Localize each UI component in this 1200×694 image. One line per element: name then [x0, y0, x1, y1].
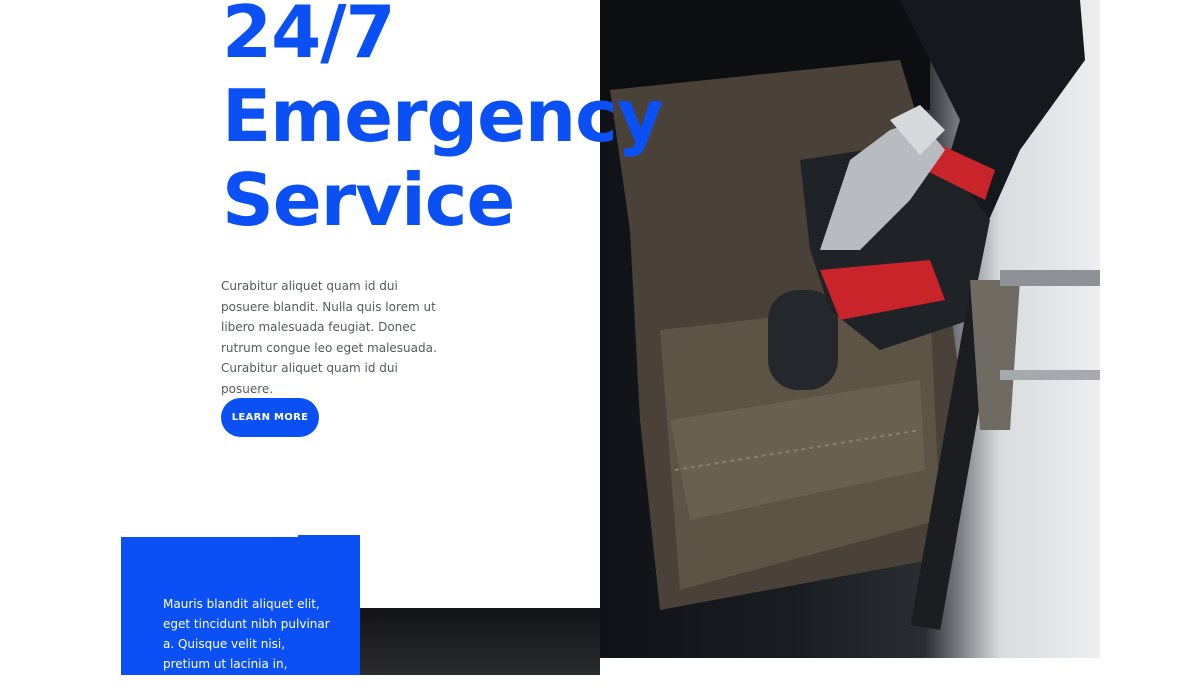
tool-belt-illustration [600, 0, 1100, 631]
card-text: Mauris blandit aliquet elit, eget tincid… [163, 597, 330, 691]
headline-line-2: Emergency [222, 74, 664, 158]
learn-more-button[interactable]: LEARN MORE [221, 398, 319, 437]
hero-headline: 24/7 Emergency Service [222, 0, 664, 242]
hero-photo [600, 0, 1100, 658]
secondary-photo [360, 608, 600, 675]
headline-line-1: 24/7 [222, 0, 396, 74]
headline-line-3: Service [222, 158, 515, 242]
hero-description: Curabitur aliquet quam id dui posuere bl… [221, 279, 437, 396]
